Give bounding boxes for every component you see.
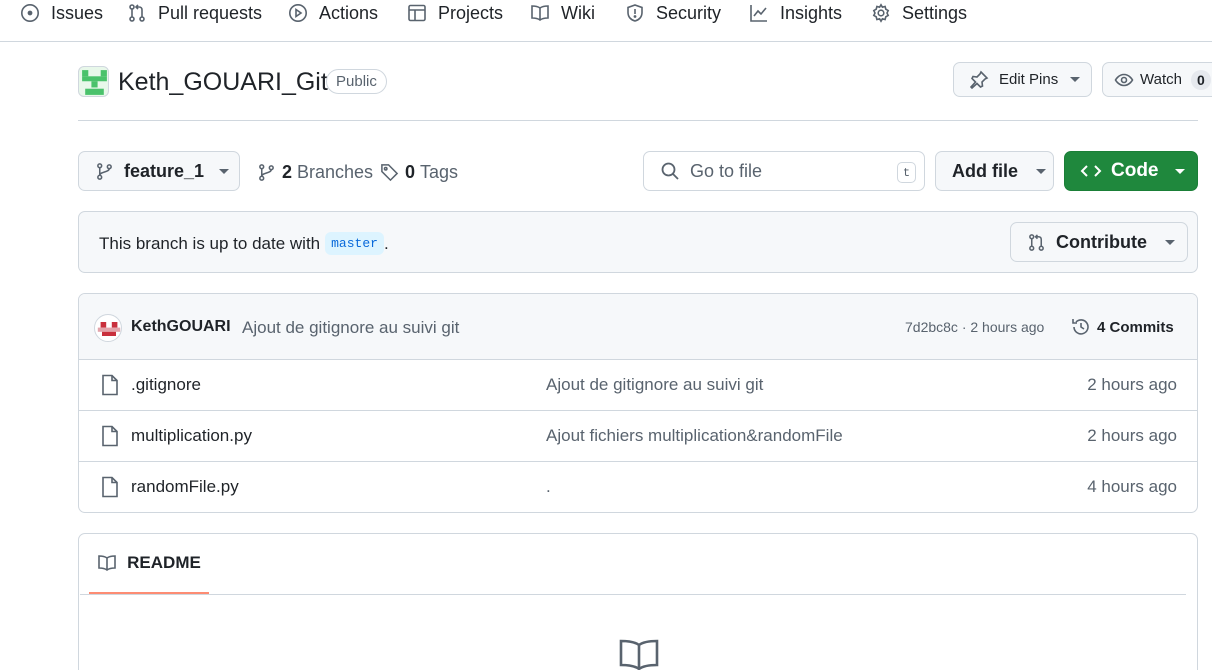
nav-actions-label: Actions [319, 2, 379, 23]
chevron-down-icon [219, 168, 230, 174]
tags-link[interactable]: 0 Tags [380, 160, 458, 184]
file-name[interactable]: multiplication.py [131, 426, 252, 446]
chevron-down-icon [1174, 168, 1185, 174]
tags-label: Tags [420, 161, 459, 182]
repo-navigation: Issues Pull requests Actions Projects Wi… [0, 0, 1212, 42]
add-file-label: Add file [952, 160, 1018, 181]
repo-name[interactable]: Keth_GOUARI_Git [118, 66, 328, 98]
commit-sha-time[interactable]: 7d2bc8c · 2 hours ago [905, 319, 1044, 335]
search-icon [661, 162, 679, 180]
table-row[interactable]: .gitignore Ajout de gitignore au suivi g… [79, 360, 1197, 411]
avatar[interactable] [94, 314, 122, 342]
commit-author[interactable]: KethGOUARI [131, 318, 231, 336]
contribute-label: Contribute [1056, 231, 1147, 252]
file-commit-time: 2 hours ago [1087, 375, 1177, 394]
pull-request-icon [1029, 233, 1044, 251]
code-button[interactable]: Code [1064, 151, 1198, 191]
nav-security[interactable]: Security [625, 0, 721, 26]
tag-icon [381, 163, 399, 181]
file-commit-message[interactable]: . [546, 477, 551, 497]
file-commit-time: 4 hours ago [1087, 477, 1177, 496]
nav-pull-requests[interactable]: Pull requests [127, 0, 262, 26]
watch-button[interactable]: Watch 0 [1102, 62, 1212, 97]
readme-tab-label: README [127, 553, 201, 572]
shield-icon [627, 4, 643, 22]
nav-actions[interactable]: Actions [288, 0, 378, 26]
branch-selector[interactable]: feature_1 [78, 151, 240, 191]
git-branch-icon [259, 163, 274, 181]
pull-request-icon [129, 4, 145, 22]
add-file-button[interactable]: Add file [935, 151, 1054, 191]
watch-count: 0 [1190, 69, 1211, 90]
keyboard-shortcut-hint: t [897, 162, 916, 183]
tags-count: 0 [405, 161, 416, 182]
branch-status-text: This branch is up to date with master . [99, 232, 389, 255]
readme-panel: README [78, 533, 1198, 670]
branches-count: 2 [282, 161, 293, 182]
branch-status-banner: This branch is up to date with master . … [78, 211, 1198, 273]
table-icon [408, 4, 426, 22]
edit-pins-button[interactable]: Edit Pins [953, 62, 1092, 97]
header-divider [78, 120, 1198, 121]
branch-name: feature_1 [124, 160, 205, 181]
go-to-file-search[interactable]: t [643, 151, 925, 191]
history-icon [1072, 319, 1089, 335]
code-icon [1080, 165, 1102, 177]
chevron-down-icon [1036, 168, 1046, 174]
table-row[interactable]: randomFile.py . 4 hours ago [79, 462, 1197, 512]
repo-owner-avatar[interactable] [78, 66, 109, 97]
book-icon [98, 555, 116, 571]
nav-settings-label: Settings [902, 2, 968, 23]
file-commit-message[interactable]: Ajout fichiers multiplication&randomFile [546, 426, 843, 446]
latest-commit-bar: KethGOUARI Ajout de gitignore au suivi g… [79, 294, 1197, 360]
branch-status-suffix: . [383, 233, 389, 253]
book-icon [531, 5, 549, 21]
file-name[interactable]: .gitignore [131, 375, 201, 395]
book-icon [619, 639, 659, 670]
branches-link[interactable]: 2 Branches [257, 160, 373, 184]
nav-security-label: Security [656, 2, 722, 23]
nav-wiki[interactable]: Wiki [530, 0, 595, 26]
base-branch-chip[interactable]: master [325, 232, 384, 255]
file-icon [102, 425, 118, 447]
chevron-down-icon [1070, 77, 1081, 82]
nav-issues[interactable]: Issues [20, 0, 103, 26]
file-list: KethGOUARI Ajout de gitignore au suivi g… [78, 293, 1198, 513]
file-commit-time: 2 hours ago [1087, 426, 1177, 445]
pin-icon [969, 70, 989, 89]
file-name[interactable]: randomFile.py [131, 477, 239, 497]
eye-icon [1114, 73, 1134, 86]
branch-status-message: This branch is up to date with [99, 233, 321, 253]
commits-label: 4 Commits [1097, 318, 1174, 336]
file-icon [102, 374, 118, 396]
gear-icon [872, 3, 890, 23]
visibility-badge: Public [326, 69, 387, 94]
nav-settings[interactable]: Settings [871, 0, 967, 26]
nav-pull-requests-label: Pull requests [158, 2, 263, 23]
code-label: Code [1111, 160, 1159, 181]
chevron-down-icon [1164, 239, 1175, 245]
go-to-file-input[interactable] [690, 160, 880, 182]
readme-divider [80, 594, 1186, 595]
watch-label: Watch [1140, 71, 1182, 88]
nav-projects[interactable]: Projects [407, 0, 503, 26]
play-icon [289, 4, 307, 22]
nav-insights-label: Insights [780, 2, 843, 23]
nav-projects-label: Projects [438, 2, 504, 23]
nav-wiki-label: Wiki [561, 2, 595, 23]
edit-pins-label: Edit Pins [999, 71, 1059, 88]
branches-label: Branches [297, 161, 374, 182]
file-icon [102, 476, 118, 498]
nav-issues-label: Issues [51, 2, 104, 23]
tab-readme[interactable]: README [89, 534, 209, 594]
commits-link[interactable]: 4 Commits [1071, 317, 1174, 337]
commit-message[interactable]: Ajout de gitignore au suivi git [242, 318, 459, 338]
contribute-button[interactable]: Contribute [1010, 222, 1188, 262]
issue-icon [21, 4, 39, 22]
graph-icon [750, 5, 767, 22]
file-commit-message[interactable]: Ajout de gitignore au suivi git [546, 375, 763, 395]
nav-insights[interactable]: Insights [749, 0, 842, 26]
table-row[interactable]: multiplication.py Ajout fichiers multipl… [79, 411, 1197, 462]
git-branch-icon [97, 162, 112, 180]
